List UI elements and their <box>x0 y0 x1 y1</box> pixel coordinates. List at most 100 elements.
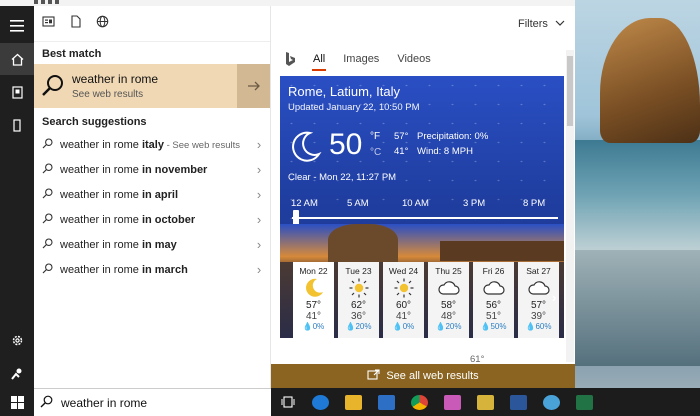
forecast-low: 41° <box>305 311 322 322</box>
forecast-day[interactable]: Tue 23 62° 36° 💧20% <box>338 262 379 338</box>
home-icon[interactable] <box>0 43 34 75</box>
windows-start-icon[interactable] <box>0 386 34 416</box>
file-explorer-icon[interactable] <box>337 388 370 416</box>
bridge-image <box>440 241 564 261</box>
suggestion-bold: in november <box>141 163 208 176</box>
chevron-right-icon[interactable]: › <box>248 262 270 277</box>
chevron-right-icon[interactable]: › <box>248 137 270 152</box>
search-query-text: weather in rome <box>61 395 148 410</box>
suggestion-item[interactable]: weather in rome in may › <box>34 232 270 257</box>
suggestion-prefix: weather in rome <box>60 213 142 226</box>
word-icon[interactable] <box>502 388 535 416</box>
pane-filter-bar <box>34 6 270 42</box>
suggestion-note: - See web results <box>163 139 240 151</box>
open-result-arrow-icon[interactable] <box>237 64 270 108</box>
search-icon <box>42 162 60 177</box>
search-pane: Best match weather in rome See web resul… <box>34 6 271 388</box>
chevron-right-icon[interactable]: › <box>248 162 270 177</box>
suggestion-item[interactable]: weather in rome in march › <box>34 257 270 282</box>
moon-icon <box>288 130 322 169</box>
search-icon <box>40 395 61 411</box>
apps-filter-icon[interactable] <box>42 15 55 33</box>
forecast-high: 58° <box>440 300 457 311</box>
forecast-precip: 💧0% <box>392 322 415 331</box>
forecast-day[interactable]: Fri 26 56° 51° 💧50% <box>473 262 514 338</box>
suggestion-item[interactable]: weather in rome italy - See web results › <box>34 132 270 157</box>
forecast-day[interactable]: Thu 25 58° 48° 💧20% <box>428 262 469 338</box>
chrome-icon[interactable] <box>403 388 436 416</box>
suggestion-text: weather in rome in march <box>60 264 248 276</box>
unit-celsius[interactable]: °C <box>370 147 381 158</box>
wallpaper-sea <box>575 140 700 250</box>
forecast-low: 36° <box>350 311 367 322</box>
see-all-label: See all web results <box>386 370 479 382</box>
forecast-precip: 💧50% <box>480 322 507 331</box>
store-icon[interactable] <box>370 388 403 416</box>
results-scrollbar[interactable] <box>566 50 574 362</box>
chevron-right-icon[interactable]: › <box>248 237 270 252</box>
forecast-day-label: Mon 22 <box>299 266 328 276</box>
scrollbar-thumb[interactable] <box>567 56 573 126</box>
cloud-icon <box>473 276 514 300</box>
search-input[interactable]: weather in rome <box>34 388 271 416</box>
suggestion-bold: in march <box>141 263 188 276</box>
paint-icon[interactable] <box>436 388 469 416</box>
suggestion-bold: in may <box>141 238 177 251</box>
chevron-right-icon[interactable]: › <box>248 187 270 202</box>
search-icon <box>42 187 60 202</box>
time-label: 12 AM <box>291 198 318 209</box>
chevron-right-icon[interactable]: › <box>248 212 270 227</box>
suggestion-item[interactable]: weather in rome in october › <box>34 207 270 232</box>
wallpaper-beach <box>575 250 700 366</box>
suggestion-text: weather in rome italy - See web results <box>60 139 248 151</box>
filters-dropdown[interactable]: Filters <box>518 18 565 30</box>
suggestion-item[interactable]: weather in rome in november › <box>34 157 270 182</box>
weather-card[interactable]: Rome, Latium, Italy Updated January 22, … <box>280 76 564 338</box>
best-match-item[interactable]: weather in rome See web results <box>34 64 270 108</box>
task-view-icon[interactable] <box>271 388 304 416</box>
forecast-days: Mon 22 57° 41° 💧0% Tue 23 62° 36° 💧20% Wed 24 60°… <box>293 262 561 338</box>
suggestion-item[interactable]: weather in rome in april › <box>34 182 270 207</box>
tab-all[interactable]: All <box>311 53 327 71</box>
chevron-right-icon[interactable]: › <box>552 290 556 305</box>
screen: { "pane": { "best_match_heading": "Best … <box>0 0 700 416</box>
suggestion-prefix: weather in rome <box>60 188 142 201</box>
suggestion-prefix: weather in rome <box>60 263 142 276</box>
edge-browser-icon[interactable] <box>304 388 337 416</box>
time-label: 8 PM <box>523 198 546 209</box>
notebook-icon[interactable] <box>0 76 34 108</box>
maps-globe-icon[interactable] <box>535 388 568 416</box>
forecast-precip: 💧20% <box>345 322 372 331</box>
settings-gear-icon[interactable] <box>0 324 34 356</box>
suggestion-bold: in october <box>141 213 196 226</box>
forecast-day[interactable]: Wed 24 60° 41° 💧0% <box>383 262 424 338</box>
feedback-icon[interactable] <box>0 357 34 389</box>
pictures-icon[interactable] <box>469 388 502 416</box>
forecast-high: 57° <box>305 300 322 311</box>
hourly-timeline-labels: 12 AM 5 AM 10 AM 3 PM 8 PM <box>280 198 564 210</box>
chevron-down-icon <box>551 18 565 30</box>
forecast-low: 48° <box>440 311 457 322</box>
excel-icon[interactable] <box>568 388 601 416</box>
phone-icon[interactable] <box>0 109 34 141</box>
forecast-day[interactable]: Mon 22 57° 41° 💧0% <box>293 262 334 338</box>
weather-condition: Clear - Mon 22, 11:27 PM <box>288 172 397 183</box>
forecast-low: 39° <box>530 311 547 322</box>
forecast-precip: 💧20% <box>435 322 462 331</box>
tab-videos[interactable]: Videos <box>397 53 430 69</box>
hamburger-menu-icon[interactable] <box>0 10 34 42</box>
search-icon <box>42 262 60 277</box>
web-filter-globe-icon[interactable] <box>96 15 109 33</box>
see-all-web-results-button[interactable]: See all web results <box>271 364 575 388</box>
today-low: 41° <box>394 146 409 157</box>
tab-images[interactable]: Images <box>343 53 379 69</box>
search-icon <box>42 237 60 252</box>
documents-filter-icon[interactable] <box>69 14 82 33</box>
unit-fahrenheit[interactable]: °F <box>370 131 380 142</box>
time-label: 10 AM <box>402 198 429 209</box>
start-rail <box>0 6 34 416</box>
forecast-day-label: Wed 24 <box>388 266 419 276</box>
forecast-day-label: Sat 27 <box>526 266 551 276</box>
sun-icon <box>338 276 379 300</box>
timeline-track[interactable] <box>292 217 558 219</box>
